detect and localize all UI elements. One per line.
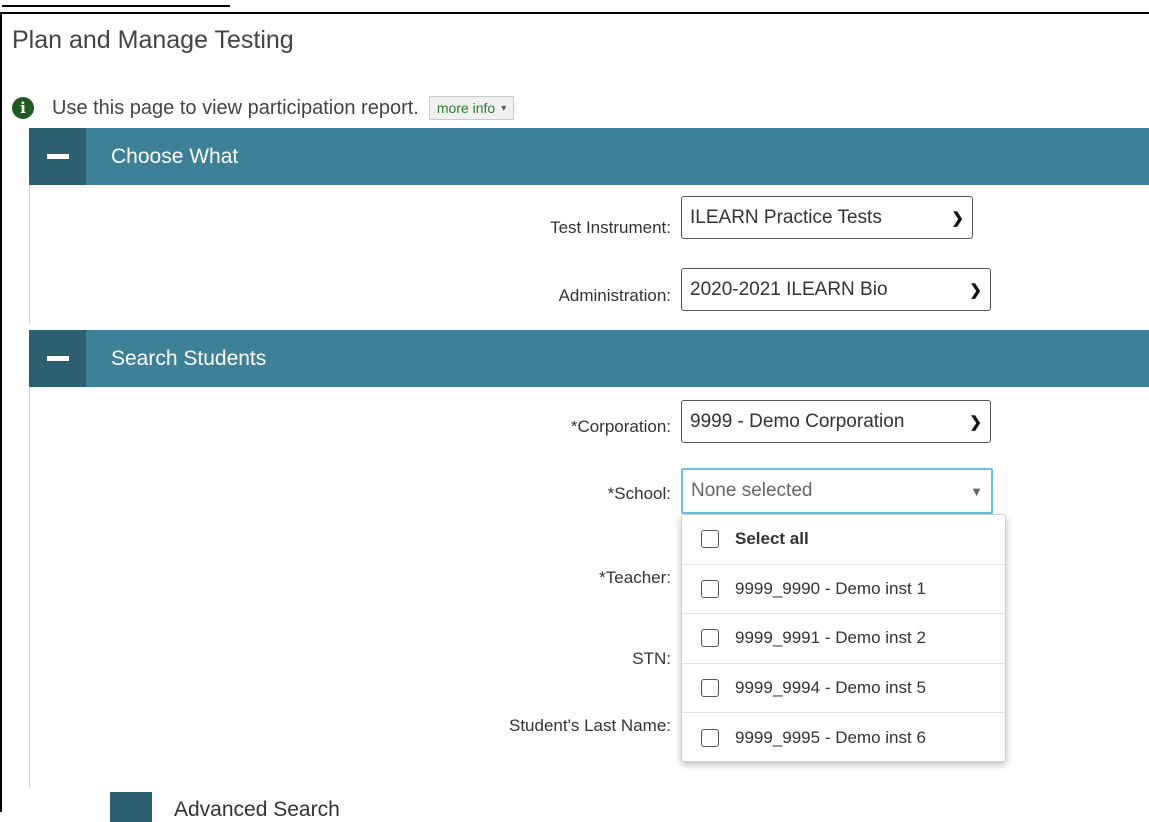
test-instrument-label: Test Instrument: <box>550 218 671 237</box>
caret-down-icon: ▾ <box>501 102 507 114</box>
info-icon: i <box>12 97 34 119</box>
section-header-choose-what[interactable]: Choose What <box>29 128 1149 185</box>
section-left-border <box>29 387 30 787</box>
corporation-select[interactable]: 9999 - Demo Corporation ❯ <box>681 400 991 443</box>
dropdown-option[interactable]: 9999_9995 - Demo inst 6 <box>682 713 1005 763</box>
checkbox[interactable] <box>701 579 719 598</box>
administration-select[interactable]: 2020-2021 ILEARN Bio ❯ <box>681 268 991 311</box>
expand-toggle-icon <box>110 792 152 822</box>
chevron-down-icon: ❯ <box>969 413 982 431</box>
last-name-label: Student's Last Name: <box>509 716 671 735</box>
checkbox[interactable] <box>701 629 719 648</box>
more-info-label: more info <box>436 100 496 116</box>
option-label: 9999_9995 - Demo inst 6 <box>735 727 926 747</box>
school-value: None selected <box>691 480 813 501</box>
school-multiselect[interactable]: None selected ▼ <box>681 468 993 514</box>
dropdown-option[interactable]: 9999_9990 - Demo inst 1 <box>682 565 1005 614</box>
page-title: Plan and Manage Testing <box>12 26 294 54</box>
dropdown-option-select-all[interactable]: Select all <box>682 515 1005 565</box>
section-title: Search Students <box>111 346 267 370</box>
checkbox[interactable] <box>701 530 719 549</box>
section-left-border <box>29 185 30 324</box>
school-dropdown-list: Select all 9999_9990 - Demo inst 1 9999_… <box>681 514 1006 762</box>
more-info-button[interactable]: more info ▾ <box>428 96 515 120</box>
teacher-label: *Teacher: <box>599 568 671 587</box>
section-header-search-students[interactable]: Search Students <box>29 330 1149 387</box>
minus-icon <box>46 356 69 361</box>
info-row: i Use this page to view participation re… <box>12 92 515 124</box>
checkbox[interactable] <box>701 728 719 747</box>
stn-label: STN: <box>632 649 671 668</box>
advanced-search-toggle[interactable]: Advanced Search <box>110 792 340 822</box>
test-instrument-value: ILEARN Practice Tests <box>690 206 882 228</box>
checkbox[interactable] <box>701 678 719 697</box>
section-title: Choose What <box>111 144 239 168</box>
minus-icon <box>46 154 69 159</box>
option-label: Select all <box>735 529 809 549</box>
top-underline <box>2 5 230 7</box>
school-label: *School: <box>607 484 671 503</box>
administration-label: Administration: <box>558 286 671 305</box>
info-text: Use this page to view participation repo… <box>52 96 419 119</box>
advanced-search-label: Advanced Search <box>174 798 340 821</box>
collapse-toggle-button[interactable] <box>29 128 86 185</box>
test-instrument-select[interactable]: ILEARN Practice Tests ❯ <box>681 196 973 239</box>
dropdown-option[interactable]: 9999_9994 - Demo inst 5 <box>682 664 1005 713</box>
corporation-label: *Corporation: <box>570 417 671 436</box>
chevron-down-icon: ❯ <box>969 281 982 299</box>
triangle-down-icon: ▼ <box>970 483 983 499</box>
chevron-down-icon: ❯ <box>951 209 964 227</box>
option-label: 9999_9994 - Demo inst 5 <box>735 677 926 697</box>
corporation-value: 9999 - Demo Corporation <box>690 410 905 432</box>
dropdown-option[interactable]: 9999_9991 - Demo inst 2 <box>682 614 1005 664</box>
option-label: 9999_9990 - Demo inst 1 <box>735 578 926 598</box>
administration-value: 2020-2021 ILEARN Bio <box>690 278 888 300</box>
collapse-toggle-button[interactable] <box>29 330 86 387</box>
option-label: 9999_9991 - Demo inst 2 <box>735 628 926 648</box>
